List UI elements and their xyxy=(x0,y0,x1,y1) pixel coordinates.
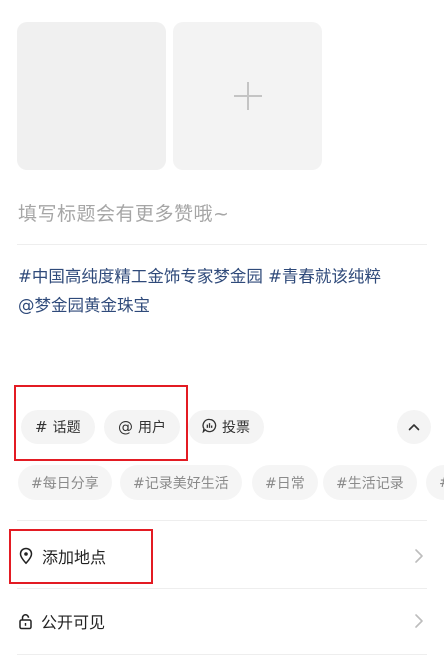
vote-button[interactable]: 投票 xyxy=(188,410,264,444)
suggested-tag[interactable]: # xyxy=(426,465,444,500)
chevron-right-icon xyxy=(415,614,423,628)
chevron-up-icon xyxy=(408,424,420,431)
suggested-tag[interactable]: #每日分享 xyxy=(18,465,112,500)
plus-icon xyxy=(233,82,262,110)
suggested-tag[interactable]: #生活记录 xyxy=(323,465,417,500)
bottom-divider xyxy=(17,654,427,655)
visibility-label: 公开可见 xyxy=(41,613,106,632)
content-line-2: @梦金园黄金珠宝 xyxy=(18,296,150,315)
suggested-tag[interactable]: #记录美好生活 xyxy=(120,465,242,500)
highlight-box-topic-user xyxy=(14,385,188,461)
tags-divider xyxy=(17,520,427,521)
visibility-row[interactable]: 公开可见 xyxy=(18,606,426,636)
suggested-tag[interactable]: #日常 xyxy=(252,465,318,500)
vote-icon xyxy=(202,418,217,437)
image-thumbnail[interactable] xyxy=(17,22,166,170)
title-divider xyxy=(17,244,427,245)
highlight-box-location xyxy=(9,529,153,584)
lock-icon xyxy=(19,613,32,629)
content-text[interactable]: #中国高纯度精工金饰专家梦金园 #青春就该纯粹 @梦金园黄金珠宝 xyxy=(18,262,428,320)
location-divider xyxy=(17,588,427,589)
vote-label: 投票 xyxy=(222,420,250,436)
chevron-right-icon xyxy=(415,549,423,563)
content-line-1: #中国高纯度精工金饰专家梦金园 #青春就该纯粹 xyxy=(18,267,381,286)
collapse-toolbar-button[interactable] xyxy=(397,410,431,444)
add-media-button[interactable] xyxy=(173,22,322,170)
title-input[interactable]: 填写标题会有更多赞哦~ xyxy=(18,199,229,226)
